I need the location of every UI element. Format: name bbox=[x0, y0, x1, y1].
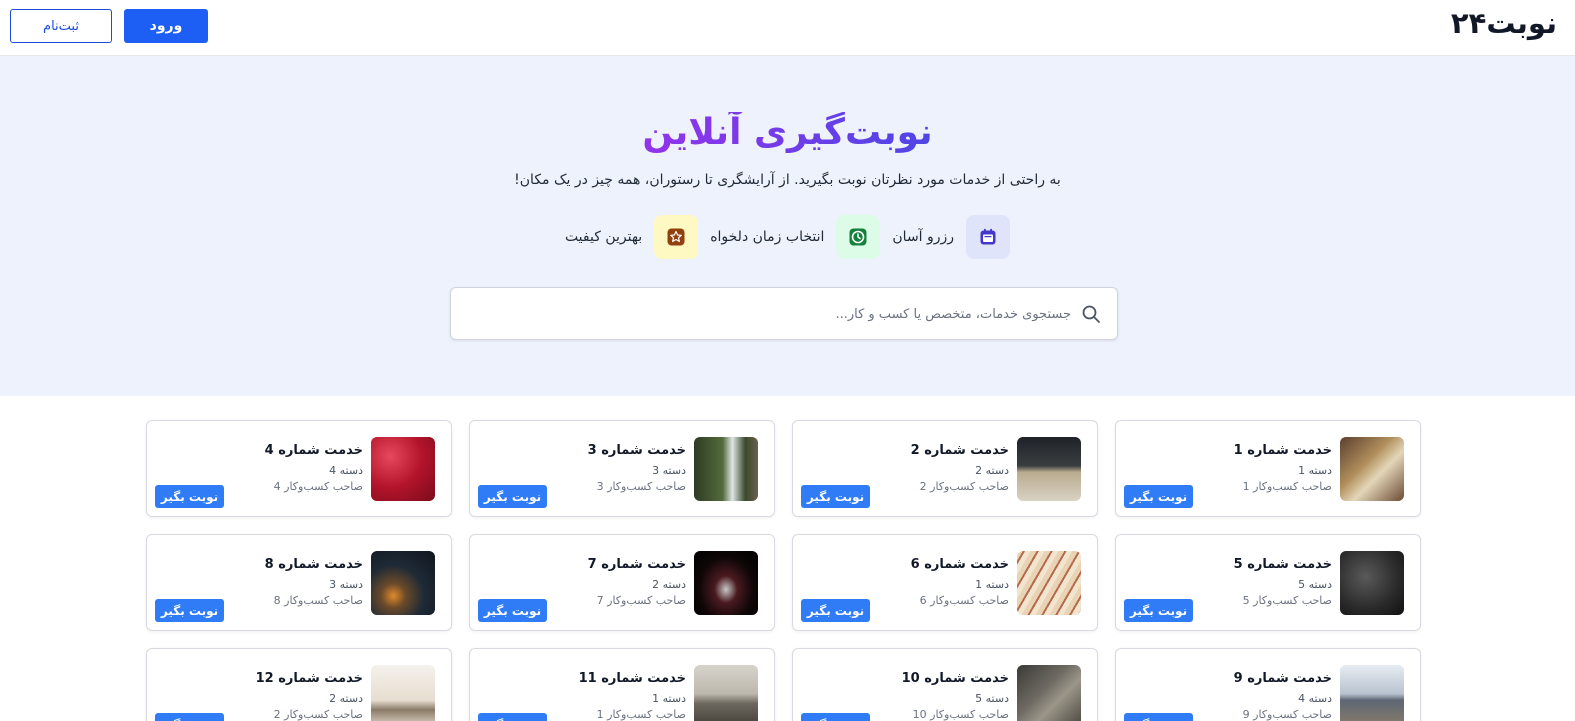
hero-section: نوبت‌گیری آنلاین به راحتی از خدمات مورد … bbox=[0, 56, 1575, 396]
service-category: دسته 3 bbox=[652, 464, 686, 477]
book-button[interactable]: نوبت بگیر bbox=[478, 599, 547, 622]
service-thumbnail bbox=[1340, 437, 1404, 501]
service-category: دسته 5 bbox=[1298, 578, 1332, 591]
service-title: خدمت شماره 10 bbox=[901, 671, 1009, 686]
hero-title: نوبت‌گیری آنلاین bbox=[642, 112, 933, 153]
book-button[interactable]: نوبت بگیر bbox=[801, 713, 870, 721]
service-owner: صاحب کسب‌وکار 3 bbox=[596, 480, 686, 493]
service-category: دسته 5 bbox=[975, 692, 1009, 705]
service-title: خدمت شماره 4 bbox=[264, 443, 363, 458]
service-category: دسته 4 bbox=[1298, 692, 1332, 705]
search-input[interactable] bbox=[491, 296, 1071, 332]
service-card[interactable]: خدمت شماره 7 دسته 2 صاحب کسب‌وکار 7 نوبت… bbox=[469, 534, 775, 631]
feature-label: رزرو آسان bbox=[892, 229, 955, 245]
service-title: خدمت شماره 5 bbox=[1233, 557, 1332, 572]
book-button[interactable]: نوبت بگیر bbox=[1124, 599, 1193, 622]
site-logo[interactable]: نوبت۲۴ bbox=[1451, 6, 1557, 40]
feature-best-quality: بهترین کیفیت bbox=[564, 215, 699, 259]
service-category: دسته 2 bbox=[975, 464, 1009, 477]
service-card[interactable]: خدمت شماره 9 دسته 4 صاحب کسب‌وکار 9 نوبت… bbox=[1115, 648, 1421, 721]
book-button[interactable]: نوبت بگیر bbox=[801, 599, 870, 622]
service-title: خدمت شماره 12 bbox=[255, 671, 363, 686]
service-card[interactable]: خدمت شماره 6 دسته 1 صاحب کسب‌وکار 6 نوبت… bbox=[792, 534, 1098, 631]
service-thumbnail bbox=[371, 437, 435, 501]
service-thumbnail bbox=[694, 665, 758, 721]
feature-label: بهترین کیفیت bbox=[564, 229, 643, 245]
star-icon bbox=[654, 215, 699, 259]
service-card[interactable]: خدمت شماره 4 دسته 4 صاحب کسب‌وکار 4 نوبت… bbox=[146, 420, 452, 517]
book-button[interactable]: نوبت بگیر bbox=[155, 713, 224, 721]
service-owner: صاحب کسب‌وکار 1 bbox=[596, 708, 686, 721]
service-thumbnail bbox=[1340, 551, 1404, 615]
service-card[interactable]: خدمت شماره 3 دسته 3 صاحب کسب‌وکار 3 نوبت… bbox=[469, 420, 775, 517]
service-thumbnail bbox=[1017, 551, 1081, 615]
book-button[interactable]: نوبت بگیر bbox=[155, 485, 224, 508]
service-card[interactable]: خدمت شماره 10 دسته 5 صاحب کسب‌وکار 10 نو… bbox=[792, 648, 1098, 721]
service-title: خدمت شماره 1 bbox=[1233, 443, 1332, 458]
service-card[interactable]: خدمت شماره 1 دسته 1 صاحب کسب‌وکار 1 نوبت… bbox=[1115, 420, 1421, 517]
service-thumbnail bbox=[1017, 665, 1081, 721]
service-title: خدمت شماره 3 bbox=[587, 443, 686, 458]
service-card[interactable]: خدمت شماره 11 دسته 1 صاحب کسب‌وکار 1 نوب… bbox=[469, 648, 775, 721]
service-category: دسته 2 bbox=[329, 692, 363, 705]
service-title: خدمت شماره 2 bbox=[910, 443, 1009, 458]
book-button[interactable]: نوبت بگیر bbox=[1124, 713, 1193, 721]
book-button[interactable]: نوبت بگیر bbox=[155, 599, 224, 622]
service-thumbnail bbox=[694, 551, 758, 615]
service-owner: صاحب کسب‌وکار 5 bbox=[1242, 594, 1332, 607]
book-button[interactable]: نوبت بگیر bbox=[801, 485, 870, 508]
service-title: خدمت شماره 8 bbox=[264, 557, 363, 572]
feature-time-selection: انتخاب زمان دلخواه bbox=[710, 215, 881, 259]
service-owner: صاحب کسب‌وکار 10 bbox=[912, 708, 1009, 721]
service-category: دسته 1 bbox=[652, 692, 686, 705]
feature-label: انتخاب زمان دلخواه bbox=[710, 229, 825, 245]
clock-icon bbox=[836, 215, 881, 259]
service-owner: صاحب کسب‌وکار 2 bbox=[919, 480, 1009, 493]
service-thumbnail bbox=[694, 437, 758, 501]
service-grid: خدمت شماره 1 دسته 1 صاحب کسب‌وکار 1 نوبت… bbox=[146, 420, 1421, 721]
service-category: دسته 4 bbox=[329, 464, 363, 477]
calendar-icon bbox=[966, 215, 1011, 259]
service-owner: صاحب کسب‌وکار 2 bbox=[273, 708, 363, 721]
service-title: خدمت شماره 11 bbox=[578, 671, 686, 686]
search-box bbox=[450, 287, 1118, 340]
service-owner: صاحب کسب‌وکار 4 bbox=[273, 480, 363, 493]
search-icon bbox=[1082, 305, 1100, 323]
service-category: دسته 2 bbox=[652, 578, 686, 591]
service-thumbnail bbox=[371, 551, 435, 615]
service-title: خدمت شماره 9 bbox=[1233, 671, 1332, 686]
feature-list: رزرو آسان انتخاب زمان دلخواه بهترین کیفی… bbox=[0, 215, 1575, 259]
hero-subtitle: به راحتی از خدمات مورد نظرتان نوبت بگیری… bbox=[514, 172, 1061, 188]
service-owner: صاحب کسب‌وکار 7 bbox=[596, 594, 686, 607]
service-owner: صاحب کسب‌وکار 6 bbox=[919, 594, 1009, 607]
register-button[interactable]: ثبت‌نام bbox=[10, 9, 112, 43]
service-thumbnail bbox=[371, 665, 435, 721]
service-title: خدمت شماره 6 bbox=[910, 557, 1009, 572]
service-card[interactable]: خدمت شماره 2 دسته 2 صاحب کسب‌وکار 2 نوبت… bbox=[792, 420, 1098, 517]
service-thumbnail bbox=[1017, 437, 1081, 501]
service-category: دسته 1 bbox=[1298, 464, 1332, 477]
service-title: خدمت شماره 7 bbox=[587, 557, 686, 572]
service-category: دسته 3 bbox=[329, 578, 363, 591]
feature-easy-booking: رزرو آسان bbox=[892, 215, 1011, 259]
service-card[interactable]: خدمت شماره 12 دسته 2 صاحب کسب‌وکار 2 نوب… bbox=[146, 648, 452, 721]
service-owner: صاحب کسب‌وکار 8 bbox=[273, 594, 363, 607]
book-button[interactable]: نوبت بگیر bbox=[478, 713, 547, 721]
service-category: دسته 1 bbox=[975, 578, 1009, 591]
service-card[interactable]: خدمت شماره 5 دسته 5 صاحب کسب‌وکار 5 نوبت… bbox=[1115, 534, 1421, 631]
service-owner: صاحب کسب‌وکار 9 bbox=[1242, 708, 1332, 721]
top-navbar: نوبت۲۴ ورود ثبت‌نام bbox=[0, 0, 1575, 56]
book-button[interactable]: نوبت بگیر bbox=[1124, 485, 1193, 508]
service-thumbnail bbox=[1340, 665, 1404, 721]
service-owner: صاحب کسب‌وکار 1 bbox=[1242, 480, 1332, 493]
book-button[interactable]: نوبت بگیر bbox=[478, 485, 547, 508]
service-card[interactable]: خدمت شماره 8 دسته 3 صاحب کسب‌وکار 8 نوبت… bbox=[146, 534, 452, 631]
login-button[interactable]: ورود bbox=[124, 9, 208, 43]
